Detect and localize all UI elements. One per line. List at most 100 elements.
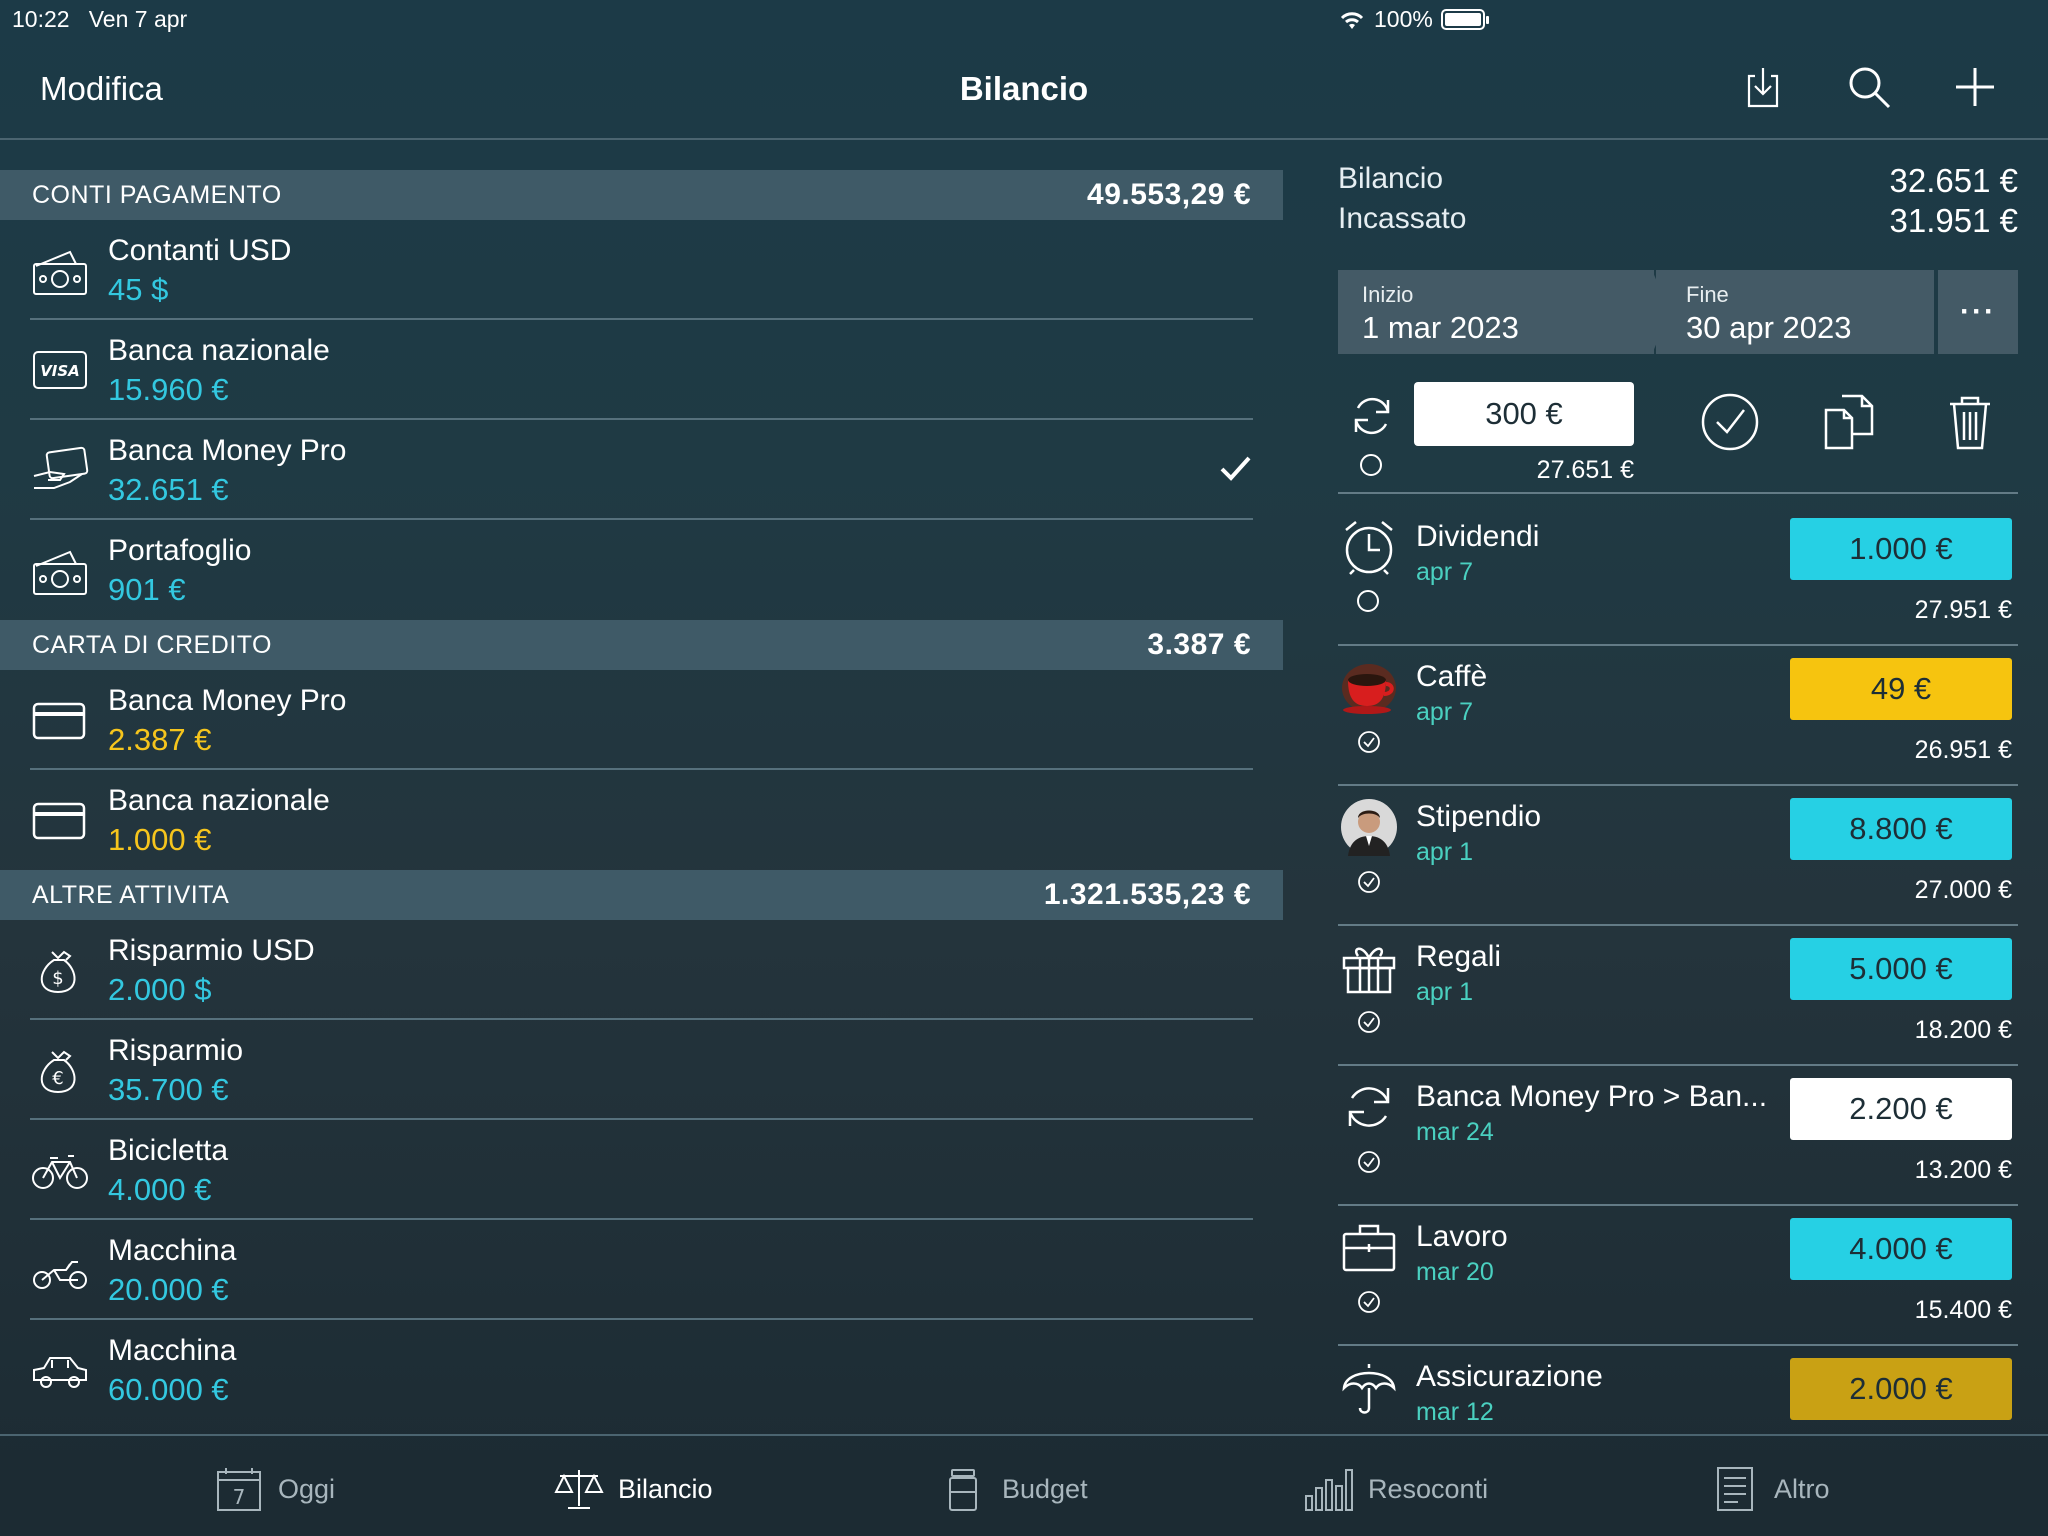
transaction-row[interactable]: Stipendio apr 1 8.800 € 27.000 € xyxy=(1338,786,2018,926)
section-total: 49.553,29 € xyxy=(1087,178,1251,211)
repeat-icon[interactable] xyxy=(1348,392,1396,440)
account-name: Portafoglio xyxy=(108,534,252,567)
account-row[interactable]: Macchina 60.000 € xyxy=(0,1320,1283,1420)
transaction-amount: 2.200 € xyxy=(1790,1078,2012,1140)
transaction-row[interactable]: Regali apr 1 5.000 € 18.200 € xyxy=(1338,926,2018,1066)
account-value: 45 $ xyxy=(108,272,169,307)
transaction-date: mar 20 xyxy=(1416,1258,1494,1286)
running-balance: 27.951 € xyxy=(1914,596,2012,624)
account-name: Banca nazionale xyxy=(108,334,330,367)
account-row[interactable]: Contanti USD 45 $ xyxy=(0,220,1283,320)
trash-icon[interactable] xyxy=(1940,392,2000,452)
account-row[interactable]: VISA Banca nazionale 15.960 € xyxy=(0,320,1283,420)
transaction-name: Assicurazione xyxy=(1416,1360,1603,1393)
check-circle-icon[interactable] xyxy=(1357,1290,1381,1314)
account-name: Banca nazionale xyxy=(108,784,330,817)
add-icon[interactable] xyxy=(1952,64,1998,110)
tab-resoconti[interactable]: Resoconti xyxy=(1304,1466,1488,1512)
transaction-name: Banca Money Pro > Ban... xyxy=(1416,1080,1768,1113)
svg-text:$: $ xyxy=(52,968,63,989)
transaction-name: Stipendio xyxy=(1416,800,1542,833)
gift-icon xyxy=(1342,947,1396,994)
account-name: Banca Money Pro xyxy=(108,434,347,467)
transaction-row[interactable]: Caffè apr 7 49 € 26.951 € xyxy=(1338,646,2018,786)
account-row[interactable]: Banca nazionale 1.000 € xyxy=(0,770,1283,870)
transaction-amount: 4.000 € xyxy=(1790,1218,2012,1280)
card-in-hand-icon xyxy=(33,446,89,489)
budget-jar-icon xyxy=(949,1469,977,1511)
account-row[interactable]: € Risparmio 35.700 € xyxy=(0,1020,1283,1120)
check-circle-icon[interactable] xyxy=(1357,1150,1381,1174)
battery-text: 100% xyxy=(1374,6,1433,32)
umbrella-icon xyxy=(1342,1364,1396,1414)
start-date-button[interactable]: Inizio 1 mar 2023 xyxy=(1338,270,1670,354)
coffee-cup-icon xyxy=(1342,664,1396,714)
account-row[interactable]: Portafoglio 901 € xyxy=(0,520,1283,620)
transaction-amount: 8.800 € xyxy=(1790,798,2012,860)
briefcase-icon xyxy=(1342,1224,1396,1272)
transaction-name: Lavoro xyxy=(1416,1220,1508,1253)
account-value: 35.700 € xyxy=(108,1072,229,1107)
alarm-clock-icon xyxy=(1345,521,1393,575)
tab-bilancio[interactable]: Bilancio xyxy=(554,1466,713,1512)
credit-card-icon xyxy=(32,802,86,840)
edit-button[interactable]: Modifica xyxy=(40,70,163,108)
check-circle-icon[interactable] xyxy=(1357,1010,1381,1034)
end-date-button[interactable]: Fine 30 apr 2023 xyxy=(1656,270,1934,354)
nav-bar: Modifica Bilancio xyxy=(0,40,2048,140)
account-row[interactable]: $ Risparmio USD 2.000 $ xyxy=(0,920,1283,1020)
person-avatar-icon xyxy=(1341,799,1397,856)
check-circle-icon[interactable] xyxy=(1357,730,1381,754)
running-balance: 26.951 € xyxy=(1914,736,2012,764)
cashed-row: Incassato 31.951 € xyxy=(1338,202,2018,239)
svg-text:€: € xyxy=(52,1068,63,1089)
tab-budget[interactable]: Budget xyxy=(938,1466,1088,1512)
bicycle-icon xyxy=(32,1155,88,1189)
transaction-row[interactable]: Lavoro mar 20 4.000 € 15.400 € xyxy=(1338,1206,2018,1346)
transaction-name: Regali xyxy=(1416,940,1502,973)
battery-icon xyxy=(1440,9,1489,30)
transaction-date: apr 7 xyxy=(1416,698,1473,726)
amount-input[interactable]: 300 € xyxy=(1414,382,1634,446)
transaction-date: apr 1 xyxy=(1416,978,1473,1006)
account-value: 32.651 € xyxy=(108,472,229,507)
status-radio[interactable] xyxy=(1357,590,1381,614)
check-circle-icon[interactable] xyxy=(1357,870,1381,894)
account-row-selected[interactable]: Banca Money Pro 32.651 € xyxy=(0,420,1283,520)
account-name: Macchina xyxy=(108,1234,237,1267)
tab-altro[interactable]: Altro xyxy=(1710,1466,1830,1512)
section-title: ALTRE ATTIVITA xyxy=(32,880,230,909)
money-bag-euro-icon: € xyxy=(40,1050,76,1094)
tab-oggi[interactable]: 7 Oggi xyxy=(214,1466,335,1512)
transaction-row[interactable]: Assicurazione mar 12 2.000 € xyxy=(1338,1346,2018,1432)
transaction-row[interactable]: Dividendi apr 7 1.000 € 27.951 € xyxy=(1338,506,2018,646)
account-value: 60.000 € xyxy=(108,1372,229,1407)
quick-balance: 27.651 € xyxy=(1536,456,1634,484)
account-name: Contanti USD xyxy=(108,234,292,267)
more-button[interactable]: ··· xyxy=(1938,270,2018,354)
search-icon[interactable] xyxy=(1846,64,1892,110)
account-value: 901 € xyxy=(108,572,186,607)
transaction-date: apr 1 xyxy=(1416,838,1473,866)
status-radio[interactable] xyxy=(1360,454,1382,476)
money-bag-dollar-icon: $ xyxy=(40,950,76,994)
section-total: 1.321.535,23 € xyxy=(1043,878,1251,911)
status-right: 100% xyxy=(1338,6,2018,33)
account-value: 15.960 € xyxy=(108,372,229,407)
running-balance: 18.200 € xyxy=(1914,1016,2012,1044)
status-bar: 10:22 Ven 7 apr 100% xyxy=(0,0,2048,40)
account-name: Risparmio USD xyxy=(108,934,315,967)
copy-icon[interactable] xyxy=(1820,392,1880,452)
import-icon[interactable] xyxy=(1740,64,1786,110)
transaction-row[interactable]: Banca Money Pro > Ban... mar 24 2.200 € … xyxy=(1338,1066,2018,1206)
running-balance: 27.000 € xyxy=(1914,876,2012,904)
account-value: 2.000 $ xyxy=(108,972,212,1007)
transfer-icon xyxy=(1348,1087,1390,1127)
section-header-payment: CONTI PAGAMENTO 49.553,29 € xyxy=(0,170,1283,220)
cash-icon xyxy=(33,550,87,595)
account-row[interactable]: Macchina 20.000 € xyxy=(0,1220,1283,1320)
transaction-name: Caffè xyxy=(1416,660,1488,693)
account-row[interactable]: Banca Money Pro 2.387 € xyxy=(0,670,1283,770)
check-circle-icon[interactable] xyxy=(1700,392,1760,452)
account-row[interactable]: Bicicletta 4.000 € xyxy=(0,1120,1283,1220)
